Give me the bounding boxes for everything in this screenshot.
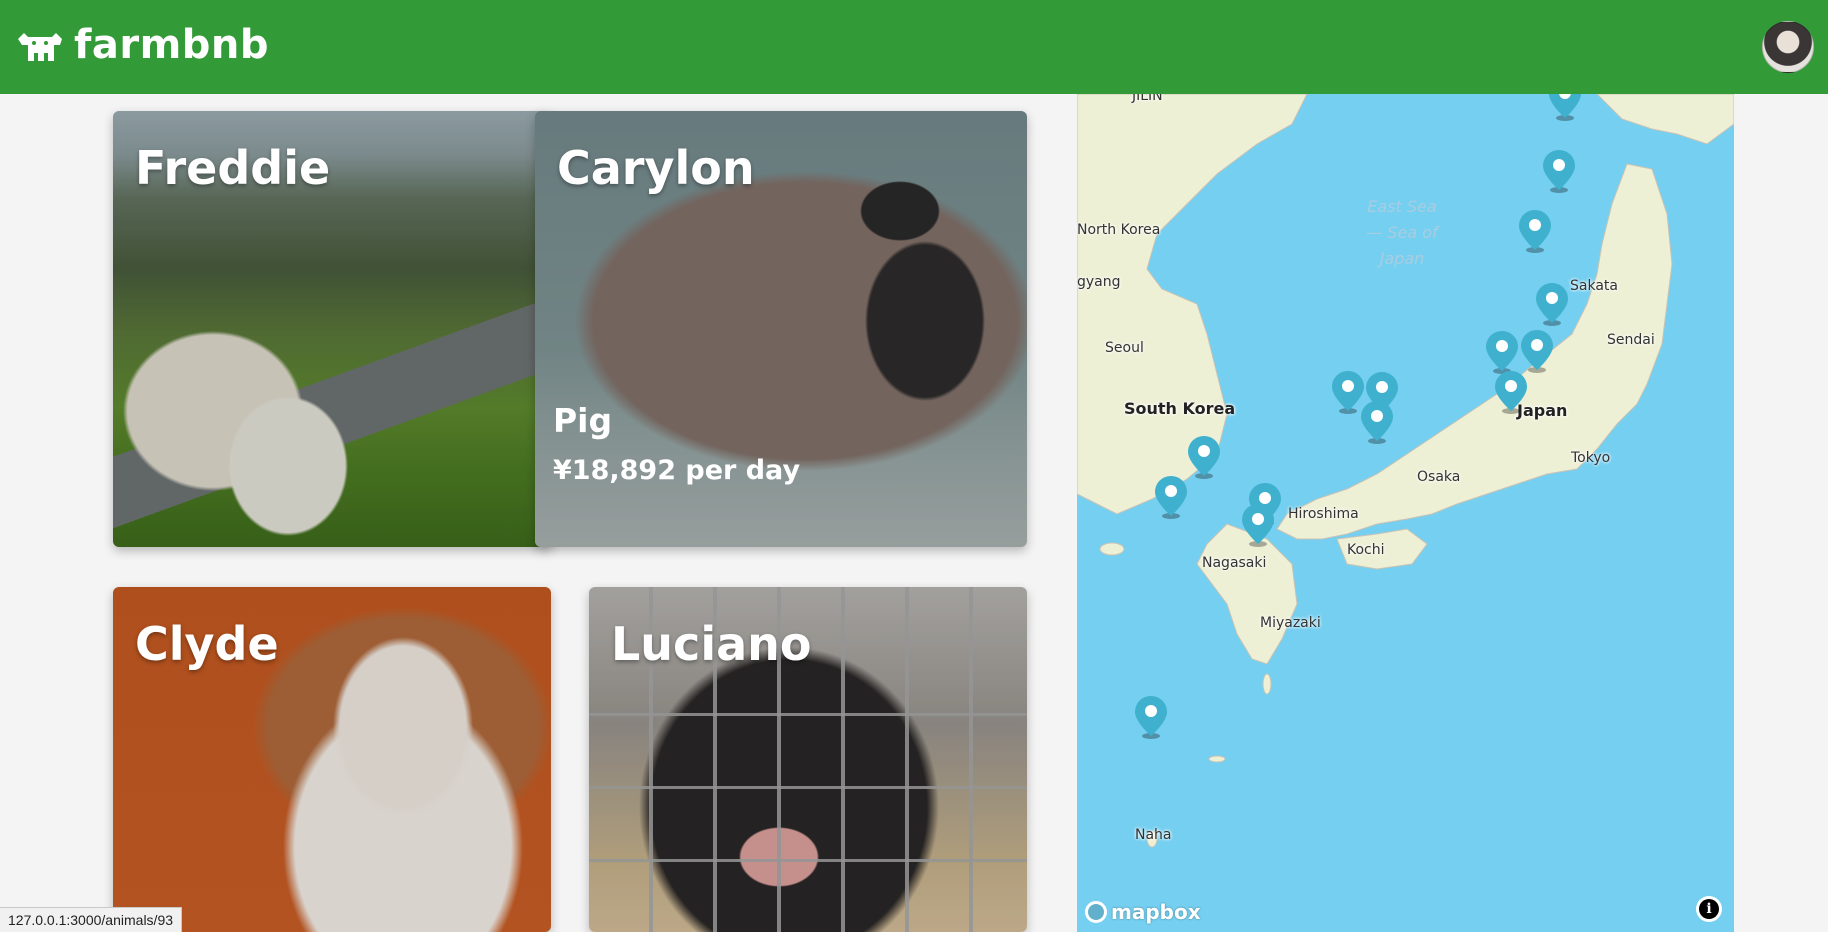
map-label-osaka: Osaka — [1417, 469, 1461, 485]
map-label-pyongyang: gyang — [1077, 274, 1121, 290]
animal-name: Carylon — [557, 141, 755, 195]
map-label-north-korea: North Korea — [1077, 222, 1161, 238]
animal-price: ¥18,892 per day — [553, 455, 801, 486]
map-label-kochi: Kochi — [1347, 542, 1385, 558]
top-navbar: farmbnb — [0, 0, 1828, 94]
map-label-seoul: Seoul — [1105, 340, 1144, 356]
animal-card-clyde[interactable]: Clyde — [113, 587, 551, 932]
mapbox-attribution: mapbox — [1111, 900, 1201, 924]
map-marker-icon[interactable] — [1519, 328, 1555, 374]
map-label-sakata: Sakata — [1570, 278, 1618, 294]
cow-icon — [18, 33, 62, 61]
map-marker-icon[interactable] — [1517, 208, 1553, 254]
animal-name: Luciano — [611, 617, 812, 671]
animal-name: Freddie — [135, 141, 331, 195]
map-label-naha: Naha — [1135, 827, 1172, 843]
map-marker-icon[interactable] — [1541, 148, 1577, 194]
map-label-miyazaki: Miyazaki — [1260, 615, 1321, 631]
map-marker-icon[interactable] — [1493, 369, 1529, 415]
map-label-south-korea: South Korea — [1124, 399, 1236, 418]
brand-name: farmbnb — [74, 22, 270, 68]
map-info-button[interactable]: i — [1696, 896, 1722, 922]
info-icon: i — [1699, 899, 1719, 919]
user-avatar[interactable] — [1762, 21, 1814, 73]
map-marker-icon[interactable] — [1359, 399, 1395, 445]
map-marker-icon[interactable] — [1133, 694, 1169, 740]
animal-card-luciano[interactable]: Luciano — [589, 587, 1027, 932]
mapbox-icon — [1085, 901, 1107, 923]
map-label-tokyo: Tokyo — [1571, 450, 1611, 466]
map-label-jilin: JILIN — [1132, 94, 1163, 104]
map-marker-icon[interactable] — [1153, 474, 1189, 520]
animal-card-freddie[interactable]: Freddie — [113, 111, 553, 547]
map-label-sendai: Sendai — [1607, 332, 1655, 348]
map-marker-icon[interactable] — [1186, 434, 1222, 480]
animal-card-carylon-hovered[interactable]: Carylon Pig ¥18,892 per day — [535, 111, 1027, 547]
map-marker-icon[interactable] — [1547, 94, 1583, 122]
map-view[interactable]: JILIN North Korea gyang Seoul South Kore… — [1077, 94, 1734, 932]
map-label-hiroshima: Hiroshima — [1288, 506, 1359, 522]
map-label-nagasaki: Nagasaki — [1202, 555, 1267, 571]
mapbox-logo[interactable]: mapbox — [1085, 900, 1201, 924]
map-marker-icon[interactable] — [1534, 281, 1570, 327]
brand-link[interactable]: farmbnb — [14, 22, 269, 68]
map-label-east-sea: East Sea — Sea of Japan — [1366, 197, 1438, 268]
animal-name: Clyde — [135, 617, 279, 671]
animal-species: Pig — [553, 401, 613, 440]
map-marker-icon[interactable] — [1240, 502, 1276, 548]
status-bar-url: 127.0.0.1:3000/animals/93 — [0, 907, 183, 932]
